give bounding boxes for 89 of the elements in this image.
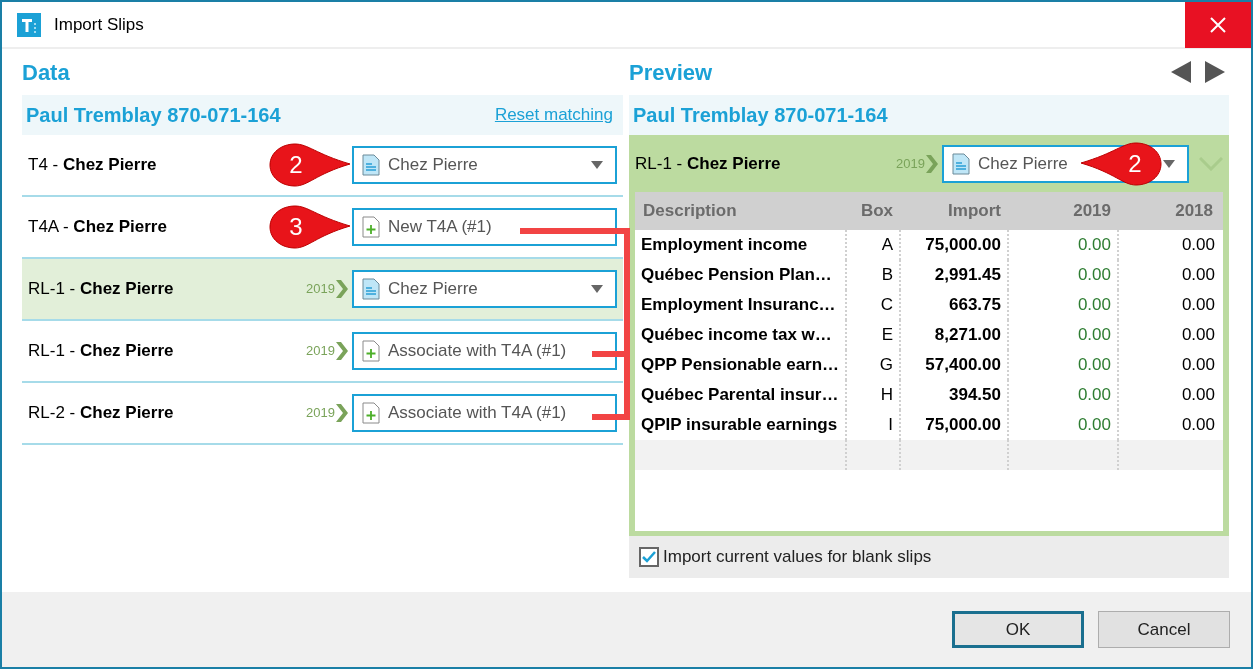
table-cell: 2,991.45 <box>901 260 1009 290</box>
year-label: 2019 <box>896 154 925 173</box>
slip-label: RL-1 - Chez Pierre <box>28 279 174 299</box>
table-cell: 0.00 <box>1009 260 1119 290</box>
checkbox-label: Import current values for blank slips <box>663 546 932 569</box>
table-cell: 0.00 <box>1009 380 1119 410</box>
table-cell: 8,271.00 <box>901 320 1009 350</box>
table-cell: 0.00 <box>1009 350 1119 380</box>
match-label: Chez Pierre <box>388 278 478 301</box>
dialog-button[interactable]: Cancel <box>1098 611 1230 648</box>
match-dropdown[interactable]: Chez Pierre <box>352 146 617 184</box>
table-cell: QPP Pensionable earn… <box>635 350 847 380</box>
caret-icon <box>591 285 603 293</box>
section-heading: Preview <box>629 58 713 87</box>
table-cell: 0.00 <box>1009 230 1119 260</box>
close-button[interactable] <box>1185 2 1251 48</box>
column-header: Box <box>859 200 894 223</box>
table-cell: Québec Parental insur… <box>635 380 847 410</box>
dialog-button[interactable]: OK <box>952 611 1084 648</box>
table-cell: 57,400.00 <box>901 350 1009 380</box>
chevron-right-icon <box>336 342 348 360</box>
year-label: 2019 <box>306 404 335 423</box>
table-cell-text: 0.00 <box>1180 354 1216 377</box>
column-header: 2019 <box>1072 200 1112 223</box>
table-cell-text: 0.00 <box>1180 264 1216 287</box>
year-label: 2019 <box>306 280 335 299</box>
match-field[interactable]: Associate with T4A (#1) <box>352 332 617 370</box>
table-cell: C <box>847 290 901 320</box>
slip-label: T4 - Chez Pierre <box>28 155 157 175</box>
person-name: Paul Tremblay 870-071-164 <box>26 103 281 128</box>
table-cell-text: 0.00 <box>1180 414 1216 437</box>
previous-icon[interactable] <box>1171 61 1191 83</box>
chevron-right-icon <box>336 280 348 298</box>
table-cell: Employment income <box>635 230 847 260</box>
table-cell: 75,000.00 <box>901 230 1009 260</box>
new-document-icon <box>362 216 380 238</box>
table-cell: A <box>847 230 901 260</box>
new-document-icon <box>362 402 380 424</box>
table-cell-text: 0.00 <box>1180 384 1216 407</box>
callout-badge: 2 <box>268 142 352 188</box>
table-cell: B <box>847 260 901 290</box>
table-cell: Québec Pension Plan… <box>635 260 847 290</box>
match-label: Chez Pierre <box>978 152 1068 175</box>
match-dropdown[interactable]: Chez Pierre <box>352 270 617 308</box>
checkbox[interactable] <box>639 547 659 567</box>
document-icon <box>362 278 380 300</box>
table-cell: Québec income tax w… <box>635 320 847 350</box>
slip-label: RL-1 - Chez Pierre <box>28 341 174 361</box>
document-icon <box>952 152 970 175</box>
table-cell: 0.00 <box>1009 320 1119 350</box>
table-cell-text: 0.00 <box>1180 294 1216 317</box>
slip-label: T4A - Chez Pierre <box>28 217 167 237</box>
table-cell: 663.75 <box>901 290 1009 320</box>
table-cell: E <box>847 320 901 350</box>
match-label: Associate with T4A (#1) <box>388 402 567 425</box>
next-icon[interactable] <box>1205 61 1225 83</box>
callout-badge: 2 <box>1079 140 1163 187</box>
column-header: 2018 <box>1174 200 1214 223</box>
column-header: Import <box>947 200 1002 223</box>
slip-row[interactable]: RL-1 - Chez Pierre 2019 Chez Pierre <box>22 259 623 321</box>
close-icon <box>1210 16 1226 33</box>
caret-icon <box>1163 159 1175 168</box>
chevron-right-icon <box>926 154 938 173</box>
window-title: Import Slips <box>54 13 145 36</box>
match-field[interactable]: Associate with T4A (#1) <box>352 394 617 432</box>
match-label: Chez Pierre <box>388 154 478 177</box>
table-cell-text: 0.00 <box>1180 324 1216 347</box>
table-cell: 0.00 <box>1009 290 1119 320</box>
table-cell: G <box>847 350 901 380</box>
slip-label: RL-1 - Chez Pierre <box>635 153 781 173</box>
person-name: Paul Tremblay 870-071-164 <box>633 103 888 128</box>
new-document-icon <box>362 340 380 362</box>
checkmark-icon <box>642 551 656 563</box>
callout-badge: 3 <box>268 204 352 250</box>
app-logo-icon <box>17 12 41 37</box>
table-cell: Employment Insuranc… <box>635 290 847 320</box>
slip-label: RL-2 - Chez Pierre <box>28 403 174 423</box>
table-cell: H <box>847 380 901 410</box>
chevron-right-icon <box>336 404 348 422</box>
table-cell-text: 0.00 <box>1180 234 1216 257</box>
match-label: Associate with T4A (#1) <box>388 340 567 363</box>
section-heading: Data <box>22 58 70 87</box>
document-icon <box>362 154 380 176</box>
caret-icon <box>591 161 603 169</box>
year-label: 2019 <box>306 342 335 361</box>
match-field[interactable]: New T4A (#1) <box>352 208 617 246</box>
match-label: New T4A (#1) <box>388 216 492 239</box>
column-header: Description <box>642 200 738 223</box>
table-cell: 394.50 <box>901 380 1009 410</box>
